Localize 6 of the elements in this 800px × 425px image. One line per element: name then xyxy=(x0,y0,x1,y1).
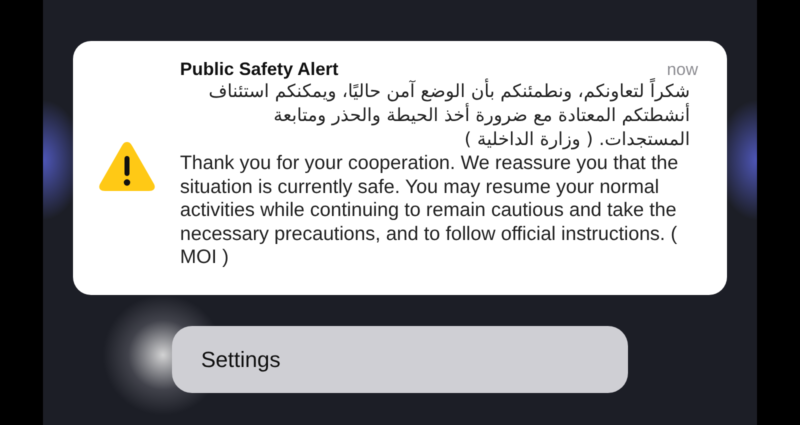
alert-title: Public Safety Alert xyxy=(180,59,338,80)
settings-button[interactable]: Settings xyxy=(172,326,628,393)
alert-message: Thank you for your cooperation. We reassure you that the situation is currently safe. You may resume your normal activities while continuing to remain cautious and take the necessary precautions, and to follow official instructions. ( MOI ) xyxy=(180,152,680,270)
alert-message: شكراً لتعاونكم، ونطمئنكم بأن الوضع آمن حاليًا، ويمكنكم استئناف أنشطتكم المعتادة مع ضرورة أخذ الحيطة والحذر ومتابعة المستجدات. ( وزارة الداخلية ) xyxy=(180,80,690,152)
timestamp: now xyxy=(666,60,698,79)
warning-icon xyxy=(97,139,157,193)
